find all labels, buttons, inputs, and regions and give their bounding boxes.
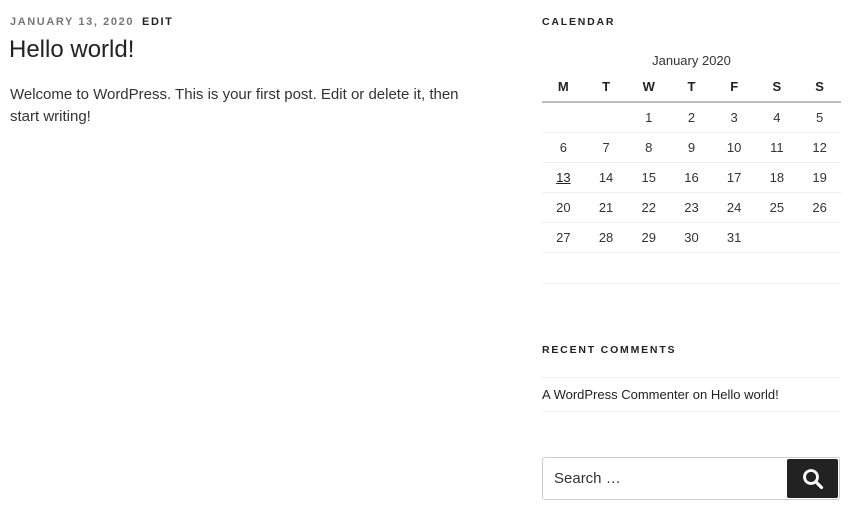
recent-comment-item: A WordPress Commenter on Hello world!: [542, 378, 841, 411]
calendar-week-row: 13 14 15 16 17 18 19: [542, 162, 841, 193]
calendar-empty-cell: [755, 222, 799, 253]
calendar-day: 18: [755, 162, 799, 193]
calendar-weekday-row: MTWTFSS: [542, 71, 841, 103]
calendar-table: MTWTFSS 1 2 3 4 5 6 7 8 9 10 11 12 13 14 15 16 17 18 19 20 2…: [542, 71, 841, 253]
calendar-widget: Calendar January 2020 MTWTFSS 1234567891…: [542, 14, 841, 284]
calendar-day: 14: [584, 162, 628, 193]
calendar-weekday-header: T: [584, 71, 628, 103]
calendar-day: 9: [670, 132, 713, 163]
calendar-weekday-header: F: [712, 71, 756, 103]
calendar-week-row: 6 7 8 9 10 11 12: [542, 132, 841, 163]
calendar-week-row: 20 21 22 23 24 25 26: [542, 192, 841, 223]
calendar-widget-title: Calendar: [542, 16, 616, 28]
calendar-day: 20: [542, 192, 585, 223]
calendar-day: 15: [627, 162, 671, 193]
calendar-day: 11: [755, 132, 799, 163]
calendar-days: 1 2 3 4 5 6 7 8 9 10 11 12 13 14 15 16 17 18 19 20 21 22 23 24 2…: [542, 102, 841, 253]
calendar-day: 28: [584, 222, 628, 253]
post: January 13, 2020 Edit Hello world! Welcom…: [9, 14, 490, 128]
calendar-week-row: 12345: [542, 102, 841, 133]
calendar-day: 2: [670, 102, 713, 133]
calendar-day: 17: [712, 162, 756, 193]
calendar-day: 30: [670, 222, 713, 253]
calendar-weekday-header: M: [542, 71, 585, 103]
search-button[interactable]: [787, 459, 838, 498]
calendar-day: 19: [798, 162, 841, 193]
calendar-day: 12: [798, 132, 841, 163]
calendar-day: 31: [712, 222, 756, 253]
calendar-day: 1: [627, 102, 671, 133]
recent-comments-list: A WordPress Commenter on Hello world!: [542, 377, 841, 412]
calendar-day: 24: [712, 192, 756, 223]
calendar-weekday-header: S: [755, 71, 799, 103]
post-edit-link[interactable]: Edit: [142, 16, 173, 28]
calendar-day: 10: [712, 132, 756, 163]
calendar-day: 21: [584, 192, 628, 223]
comment-author-link[interactable]: A WordPress Commenter: [542, 387, 689, 402]
calendar-weekday-header: T: [670, 71, 713, 103]
calendar-day: 27: [542, 222, 585, 253]
search-input[interactable]: [543, 458, 787, 499]
calendar-day: 4: [755, 102, 799, 133]
calendar-day-cell: 13: [542, 162, 585, 193]
calendar-weekday-header: S: [798, 71, 841, 103]
calendar-day: 25: [755, 192, 799, 223]
calendar-weekday-header: W: [627, 71, 671, 103]
calendar-empty-cell: [542, 102, 585, 133]
calendar-day: 8: [627, 132, 671, 163]
search-icon: [802, 468, 823, 489]
comment-connector: on: [692, 387, 708, 402]
search-form: [542, 457, 840, 500]
calendar-day: 22: [627, 192, 671, 223]
recent-comments-title: Recent Comments: [542, 344, 677, 356]
calendar-day: 29: [627, 222, 671, 253]
calendar-empty-cell: [584, 102, 628, 133]
calendar-day-link[interactable]: 13: [556, 170, 570, 185]
calendar-caption: January 2020: [652, 53, 731, 68]
calendar-day: 26: [798, 192, 841, 223]
calendar-day: 5: [798, 102, 841, 133]
calendar-day: 23: [670, 192, 713, 223]
calendar-divider: [542, 283, 841, 284]
post-date-link[interactable]: January 13, 2020: [10, 16, 134, 28]
sidebar: Calendar January 2020 MTWTFSS 1234567891…: [542, 14, 841, 284]
post-content: Welcome to WordPress. This is your first…: [10, 86, 459, 125]
calendar-day: 6: [542, 132, 585, 163]
calendar-day: 3: [712, 102, 756, 133]
calendar-empty-cell: [798, 222, 841, 253]
comment-post-link[interactable]: Hello world!: [711, 387, 779, 402]
calendar-day: 16: [670, 162, 713, 193]
post-title: Hello world!: [9, 36, 135, 63]
calendar-week-row: 27 28 29 30 31: [542, 222, 841, 253]
post-meta: January 13, 2020 Edit: [10, 14, 490, 30]
calendar-day: 7: [584, 132, 628, 163]
